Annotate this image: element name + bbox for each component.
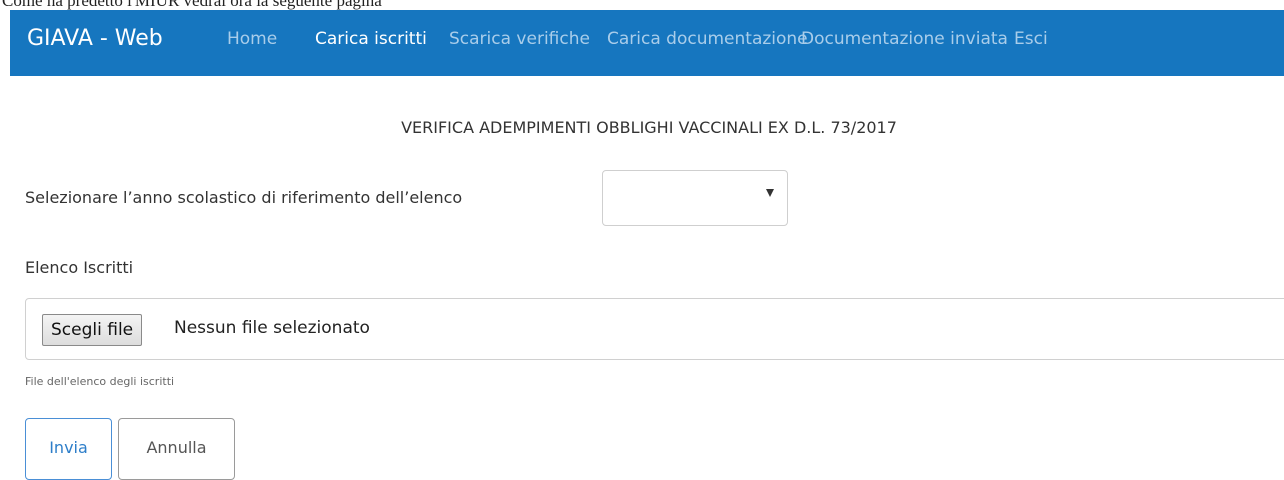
page-title: VERIFICA ADEMPIMENTI OBBLIGHI VACCINALI … (401, 118, 897, 137)
nav-item-documentazione-inviata[interactable]: Documentazione inviata (801, 10, 1008, 70)
enrolled-list-label: Elenco Iscritti (25, 258, 134, 277)
school-year-label: Selezionare l’anno scolastico di riferim… (25, 188, 463, 207)
choose-file-button[interactable]: Scegli file (42, 314, 143, 346)
brand-logo[interactable]: GIAVA - Web (27, 10, 163, 70)
cancel-button[interactable]: Annulla (118, 418, 235, 480)
top-caption-text: Come ha predetto l'MIUR vedrai ora la se… (2, 0, 382, 10)
nav-item-home[interactable]: Home (227, 10, 277, 70)
file-help-text: File dell'elenco degli iscritti (25, 375, 175, 388)
school-year-select[interactable] (602, 170, 788, 226)
dropdown-triangle-icon (766, 189, 774, 197)
submit-button[interactable]: Invia (25, 418, 112, 480)
top-caption-strip: Come ha predetto l'MIUR vedrai ora la se… (0, 0, 1284, 10)
nav-item-carica-documentazione[interactable]: Carica documentazione (607, 10, 808, 70)
nav-item-esci[interactable]: Esci (1014, 10, 1048, 70)
file-status-text: Nessun file selezionato (174, 318, 370, 338)
nav-item-scarica-verifiche[interactable]: Scarica verifiche (449, 10, 590, 70)
navbar: GIAVA - Web Home Carica iscritti Scarica… (10, 10, 1284, 76)
nav-item-carica-iscritti[interactable]: Carica iscritti (315, 10, 427, 70)
file-input-field: Scegli file Nessun file selezionato (25, 298, 1284, 360)
